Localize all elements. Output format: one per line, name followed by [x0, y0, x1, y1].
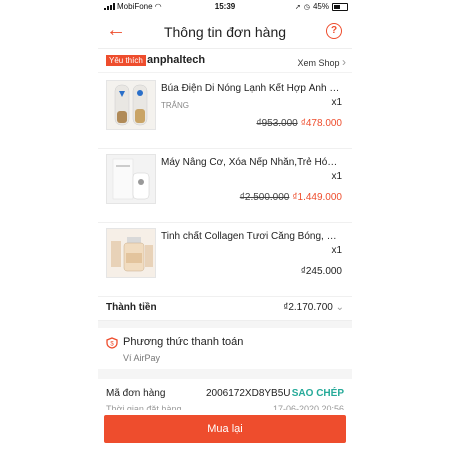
payment-title: Phương thức thanh toán [123, 336, 244, 348]
page-title: Thông tin đơn hàng [163, 24, 287, 40]
order-code: 2006172XD8YB5U [206, 388, 291, 399]
sale-price: ₫1.449.000 [292, 192, 342, 203]
order-info-section: Mã đơn hàng 2006172XD8YB5U SAO CHÉP Thời… [98, 382, 352, 412]
section-divider [98, 369, 352, 379]
product-image [106, 154, 156, 204]
battery-icon [332, 2, 348, 11]
chevron-down-icon: ⌄ [335, 302, 344, 313]
svg-text:$: $ [110, 342, 114, 348]
chevron-right-icon: › [342, 55, 346, 69]
order-item[interactable]: Máy Nâng Cơ, Xóa Nếp Nhăn,Trẻ Hóa D... x… [98, 148, 352, 223]
status-bar: MobiFone ◠ 15:39 ➚ ◷ 45% [98, 0, 352, 14]
buy-again-button[interactable]: Mua lại [104, 415, 346, 443]
payment-method: Ví AirPay [123, 353, 161, 363]
order-item[interactable]: Tinh chất Collagen Tươi Căng Bóng, Ch...… [98, 222, 352, 297]
item-price-value: ₫245.000 [300, 266, 342, 277]
sale-price: ₫478.000 [300, 118, 342, 129]
item-variant: TRẮNG [161, 101, 189, 110]
original-price: ₫2.500.000 [239, 192, 290, 203]
favorite-badge: Yêu thích [106, 55, 146, 66]
question-icon[interactable]: ? [326, 23, 342, 39]
bottom-action-bar: Mua lại [98, 410, 352, 449]
view-shop-link[interactable]: Xem Shop › [297, 55, 346, 69]
alarm-icon: ◷ [303, 3, 310, 11]
item-quantity: x1 [331, 245, 342, 256]
total-value: ₫2.170.700 ⌄ [283, 302, 344, 313]
item-name: Máy Nâng Cơ, Xóa Nếp Nhăn,Trẻ Hóa D... [161, 157, 341, 168]
item-name: Búa Điện Di Nóng Lạnh Kết Hợp Ánh Sá... [161, 83, 341, 94]
order-detail-screen: MobiFone ◠ 15:39 ➚ ◷ 45% ← Thông tin đơn… [98, 0, 352, 449]
payment-icon: $ [106, 336, 118, 349]
section-divider [98, 321, 352, 328]
payment-method-section: $ Phương thức thanh toán Ví AirPay [98, 328, 352, 366]
location-icon: ➚ [295, 3, 301, 11]
item-price: ₫953.000 ₫478.000 [256, 118, 342, 129]
item-quantity: x1 [331, 171, 342, 182]
total-label: Thành tiền [106, 302, 157, 313]
copy-button[interactable]: SAO CHÉP [292, 388, 344, 399]
item-price: ₫245.000 [301, 266, 342, 277]
battery-percent: 45% [312, 2, 329, 11]
order-total-row[interactable]: Thành tiền ₫2.170.700 ⌄ [98, 296, 352, 321]
item-price: ₫2.500.000 ₫1.449.000 [240, 192, 342, 203]
product-image [106, 228, 156, 278]
product-image [106, 80, 156, 130]
original-price: ₫953.000 [256, 118, 298, 129]
order-item[interactable]: Búa Điện Di Nóng Lạnh Kết Hợp Ánh Sá... … [98, 74, 352, 149]
item-name: Tinh chất Collagen Tươi Căng Bóng, Ch... [161, 231, 341, 242]
shop-name[interactable]: anphaltech [147, 54, 205, 66]
item-quantity: x1 [331, 97, 342, 108]
page-header: ← Thông tin đơn hàng ? [98, 14, 352, 49]
shop-row: Yêu thích anphaltech Xem Shop › [98, 50, 352, 73]
order-code-label: Mã đơn hàng [106, 388, 166, 399]
